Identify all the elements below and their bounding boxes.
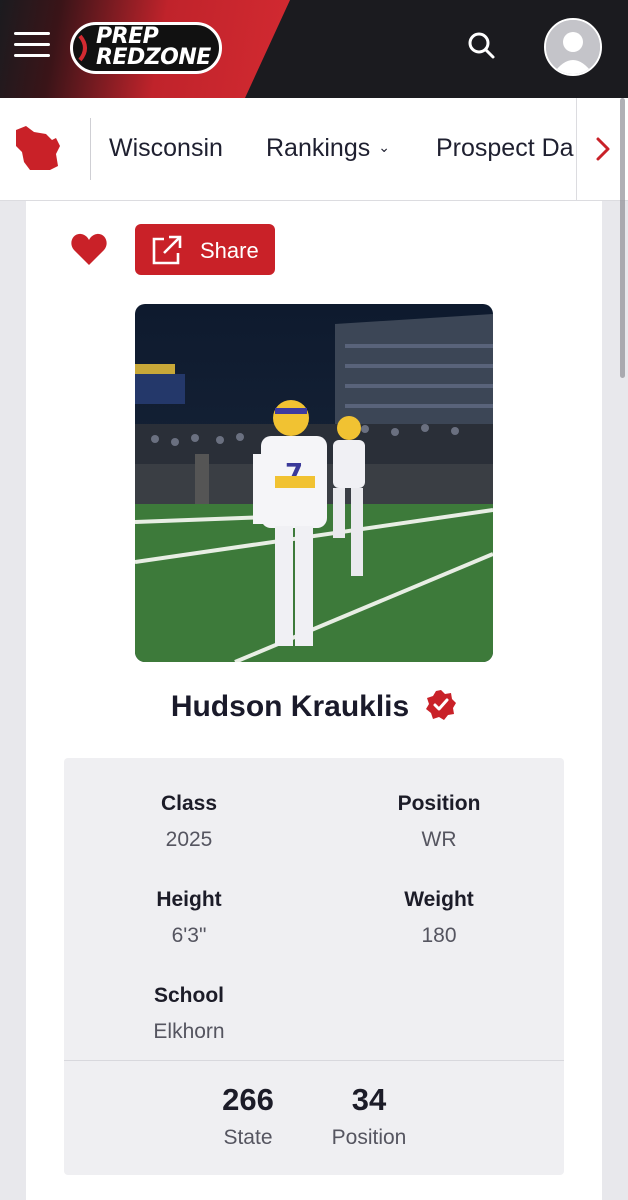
ranking-value: 34 [351,1082,387,1117]
wisconsin-state-icon[interactable] [12,122,64,174]
nav-item-rankings-label: Rankings [266,134,371,162]
stat-label: Position [397,792,481,815]
search-icon[interactable] [466,30,498,62]
player-name: Hudson Krauklis [170,690,410,723]
player-photo: 7 [135,304,493,662]
stat-value: Elkhorn [153,1020,225,1043]
state-nav-bar: Wisconsin Rankings ⌄ Prospect Da [0,98,628,201]
heart-icon[interactable] [70,231,108,267]
top-header: PREP REDZONE [0,0,628,98]
stat-label: Height [156,888,222,911]
logo-text-prep: PREP [96,24,159,49]
verified-icon [426,690,457,720]
football-laces-icon [78,34,87,62]
stat-class: Class 2025 [64,792,314,852]
stat-label: School [153,984,224,1007]
nav-item-prospect-database[interactable]: Prospect Da [436,134,574,163]
stat-position: Position WR [314,792,564,852]
ranking-state: 266 State [188,1082,308,1150]
logo-text-redzone: REDZONE [96,45,211,70]
ranking-value: 266 [222,1082,274,1117]
nav-divider [90,118,91,180]
stat-height: Height 6'3" [64,888,314,948]
ranking-label: State [223,1126,273,1149]
prep-redzone-logo[interactable]: PREP REDZONE [70,22,222,74]
stat-weight: Weight 180 [314,888,564,948]
nav-item-rankings[interactable]: Rankings ⌄ [266,134,390,163]
share-icon [152,235,182,265]
share-button-label: Share [200,238,259,263]
stats-divider [64,1060,564,1061]
player-name-row: Hudson Krauklis [26,689,602,724]
page-scrollbar[interactable] [620,98,625,378]
share-button[interactable]: Share [135,224,275,275]
player-stats-panel: Class 2025 Position WR Height 6'3" Weigh… [64,758,564,1175]
stat-label: Weight [404,888,474,911]
chevron-down-icon: ⌄ [378,139,390,155]
nav-item-wisconsin[interactable]: Wisconsin [109,134,223,163]
menu-icon[interactable] [14,32,50,62]
stat-label: Class [160,792,218,815]
stat-value: 180 [421,924,457,947]
ranking-position: 34 Position [309,1082,429,1150]
stat-value: 2025 [165,828,213,851]
player-profile-card: Share 7 Hudson Krauklis Class 2025 Posit… [26,201,602,1200]
stat-value: 6'3" [171,924,207,947]
user-avatar-icon[interactable] [544,18,602,76]
stat-value: WR [421,828,457,851]
chevron-right-icon [596,137,610,161]
stat-school: School Elkhorn [64,984,314,1044]
ranking-label: Position [331,1126,407,1149]
